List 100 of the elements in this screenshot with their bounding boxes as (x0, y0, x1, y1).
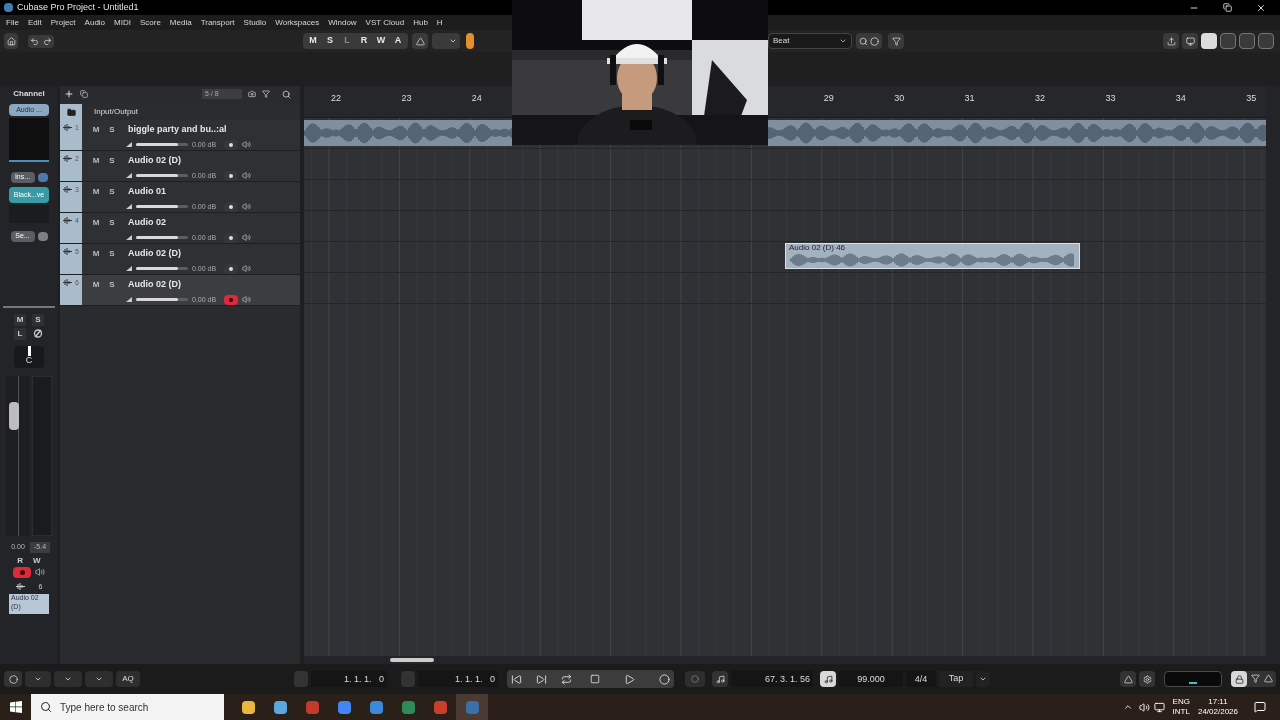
clock-date[interactable]: 24/02/2026 (1197, 707, 1238, 717)
menu-item[interactable]: Studio (243, 18, 267, 27)
mute-button[interactable]: M (14, 314, 26, 326)
record-enable-button[interactable] (224, 139, 238, 150)
tool-button[interactable] (412, 33, 428, 49)
automation-button[interactable]: M (306, 34, 320, 48)
mute-button[interactable]: M (90, 247, 102, 260)
metronome-button[interactable] (1120, 671, 1136, 687)
automation-button[interactable]: S (323, 34, 337, 48)
audio-event[interactable]: Audio 02 (D) 46 (785, 243, 1080, 269)
snap-type-dropdown[interactable]: Beat (768, 33, 852, 49)
windows-start-icon[interactable] (10, 701, 22, 713)
volume-fader-fill[interactable] (136, 298, 178, 302)
lock-button[interactable] (1231, 671, 1247, 687)
tap-tempo-button[interactable]: Tap (939, 671, 973, 687)
volume-icon[interactable] (1138, 701, 1150, 713)
solo-button[interactable]: S (32, 314, 44, 326)
write-automation-button[interactable]: W (33, 554, 41, 567)
snapshot-icon[interactable] (248, 90, 256, 98)
track-name[interactable]: Audio 02 (D) (128, 154, 181, 168)
volume-fader-fill[interactable] (136, 205, 178, 209)
position-field[interactable]: 67. 3. 1. 56 (731, 671, 813, 687)
phase-icon[interactable] (32, 328, 44, 339)
horizontal-scrollbar-thumb[interactable] (390, 658, 434, 662)
listen-button[interactable]: L (14, 328, 26, 340)
solo-button[interactable]: S (106, 278, 118, 291)
solo-button[interactable]: S (106, 216, 118, 229)
record-enable-button[interactable] (224, 170, 238, 181)
solo-button[interactable]: S (106, 154, 118, 167)
monitor-icon[interactable] (242, 202, 251, 212)
taskbar-app-icon[interactable] (401, 700, 415, 714)
menu-item[interactable]: Transport (200, 18, 235, 27)
previous-marker-icon[interactable] (511, 673, 522, 685)
menu-item[interactable]: Score (139, 18, 161, 27)
export-button[interactable] (1163, 33, 1179, 49)
solo-button[interactable]: S (106, 247, 118, 260)
channel-fader-handle[interactable] (9, 402, 19, 431)
mute-button[interactable]: M (90, 123, 102, 136)
time-format-button[interactable] (712, 671, 728, 687)
menu-item[interactable]: Workspaces (275, 18, 320, 27)
mute-button[interactable]: M (90, 154, 102, 167)
mute-button[interactable]: M (90, 278, 102, 291)
volume-fader-fill[interactable] (136, 143, 178, 147)
volume-fader-fill[interactable] (136, 174, 178, 178)
inserts-bypass-icon[interactable] (37, 173, 48, 182)
lower-zone-toggle[interactable] (1239, 33, 1255, 49)
input-language[interactable]: ENG (1172, 697, 1190, 707)
undo-icon[interactable] (30, 36, 39, 46)
marker-up-icon[interactable] (1264, 674, 1273, 683)
menu-item[interactable]: H (436, 18, 443, 27)
metronome-settings-button[interactable] (1139, 671, 1155, 687)
menu-item[interactable]: MIDI (114, 18, 131, 27)
time-signature-field[interactable]: 4/4 (906, 671, 936, 687)
cycle-icon[interactable] (561, 673, 572, 685)
read-automation-button[interactable]: R (17, 554, 24, 567)
track-name[interactable]: Audio 02 (D) (128, 247, 181, 261)
tempo-track-button[interactable] (820, 671, 836, 687)
solo-button[interactable]: S (106, 123, 118, 136)
tempo-field[interactable]: 99.000 (839, 671, 903, 687)
monitor-icon[interactable] (242, 264, 251, 274)
monitor-icon[interactable] (242, 171, 251, 181)
restore-icon[interactable] (1223, 3, 1232, 12)
zone-toggle[interactable] (1220, 33, 1236, 49)
taskbar-app-icon[interactable] (337, 700, 351, 714)
quantize-icon[interactable] (859, 36, 868, 46)
filter-icon[interactable] (262, 90, 270, 98)
menu-item[interactable]: Project (50, 18, 76, 27)
track-name[interactable]: Audio 02 (D) (128, 278, 181, 292)
automation-button[interactable]: W (374, 34, 388, 48)
record-enable-button[interactable] (224, 232, 238, 243)
auto-quantize-button[interactable]: AQ (116, 671, 140, 687)
vertical-scrollbar[interactable] (1266, 86, 1280, 664)
monitor-icon[interactable] (242, 140, 251, 150)
menu-item[interactable]: File (6, 18, 19, 27)
right-zone-toggle[interactable] (1258, 33, 1274, 49)
automation-button[interactable]: R (357, 34, 371, 48)
redo-icon[interactable] (43, 36, 52, 46)
monitor-icon[interactable] (242, 295, 251, 305)
record-enable-button[interactable] (224, 263, 238, 274)
sends-bypass-icon[interactable] (37, 232, 48, 241)
keyboard-layout[interactable]: INTL (1172, 707, 1190, 717)
play-icon[interactable] (624, 673, 635, 685)
volume-fader-fill[interactable] (136, 236, 178, 240)
object-tool-button[interactable] (466, 33, 474, 49)
add-track-icon[interactable] (64, 89, 74, 99)
align-button[interactable] (888, 33, 904, 49)
mute-button[interactable]: M (90, 185, 102, 198)
network-icon[interactable] (1153, 701, 1165, 713)
home-button[interactable] (4, 33, 18, 49)
right-locator-field[interactable]: 1. 1. 1. 0 (418, 671, 498, 687)
tray-overflow-icon[interactable] (1122, 702, 1133, 712)
stop-icon[interactable] (590, 674, 600, 684)
menu-item[interactable]: Edit (27, 18, 42, 27)
pan-value[interactable]: C (25, 356, 33, 365)
record-enable-button[interactable] (224, 201, 238, 212)
search-icon[interactable] (282, 89, 291, 99)
track-name[interactable]: Audio 02 (128, 216, 166, 230)
menu-item[interactable]: Window (328, 18, 357, 27)
search-field[interactable]: Type here to search (31, 694, 224, 720)
clock-time[interactable]: 17:11 (1208, 697, 1228, 707)
